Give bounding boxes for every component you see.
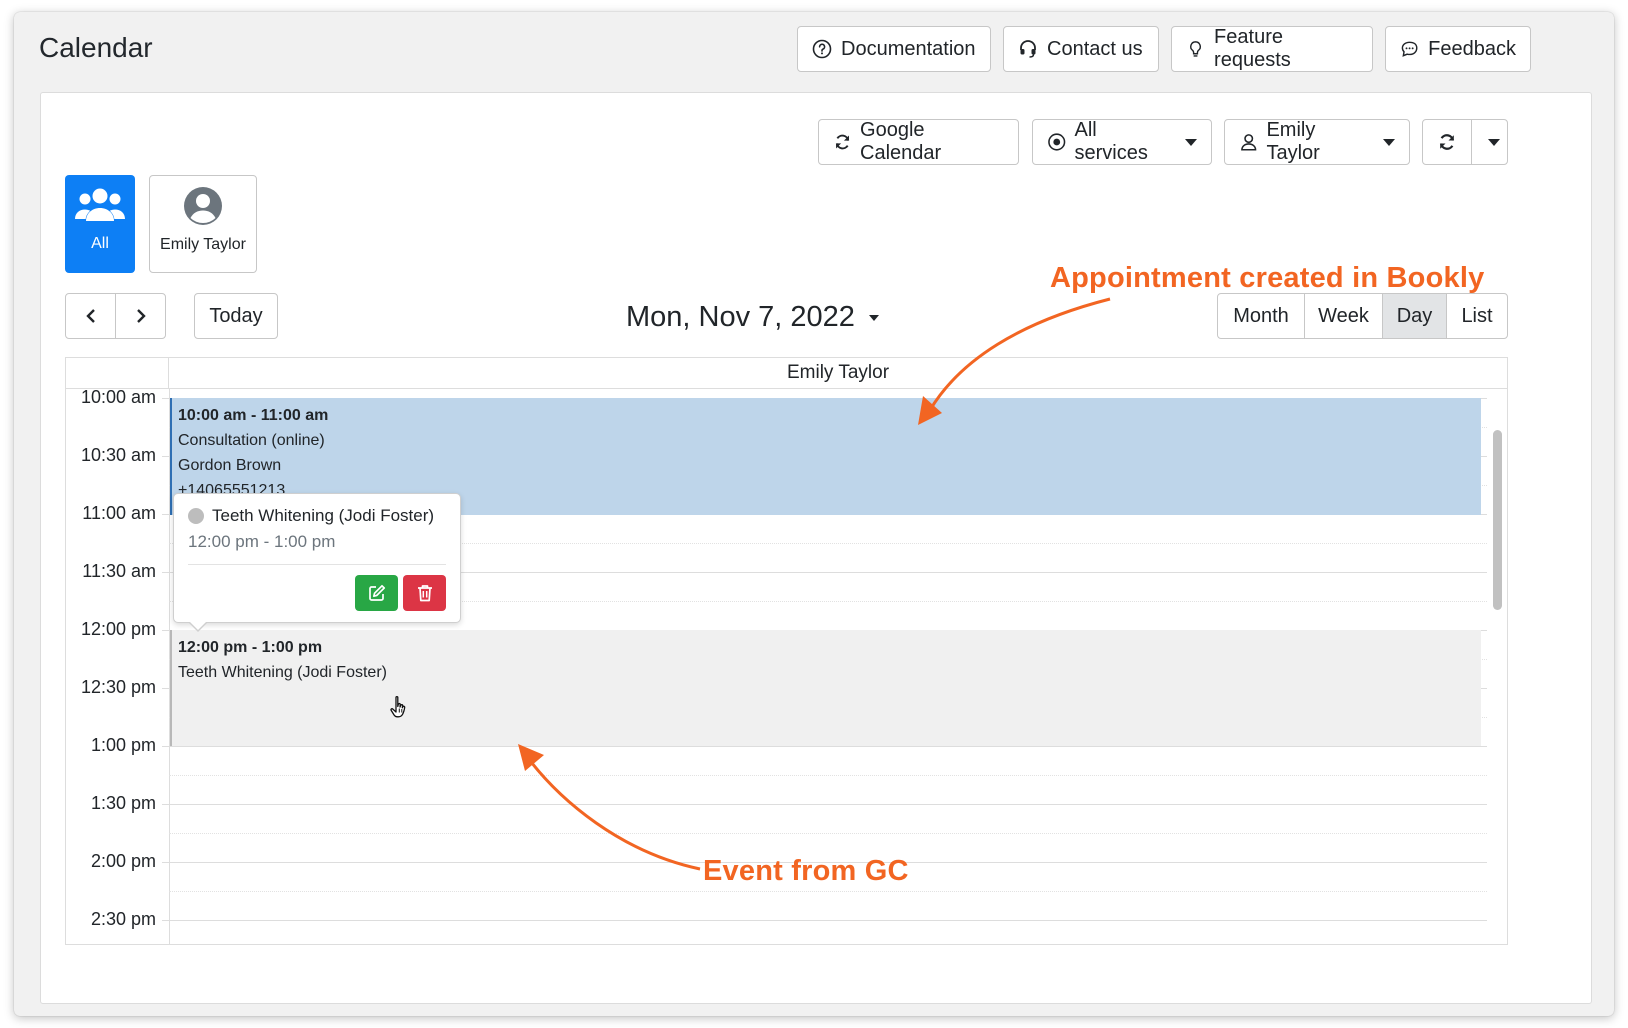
refresh-button-group: [1422, 119, 1508, 165]
refresh-options-toggle[interactable]: [1480, 120, 1507, 164]
time-label: 12:00 pm: [80, 619, 156, 639]
chevron-down-icon: [1487, 138, 1500, 146]
event-service: Consultation (online): [178, 432, 325, 449]
feedback-button[interactable]: Feedback: [1385, 26, 1531, 72]
edit-event-button[interactable]: [355, 575, 398, 611]
feature-requests-label: Feature requests: [1214, 26, 1291, 71]
slot-tick: [162, 456, 169, 457]
staff-column-header: Emily Taylor: [786, 362, 890, 383]
event-customer: Gordon Brown: [178, 457, 282, 474]
time-label: 2:30 pm: [90, 909, 156, 929]
slot-line: [169, 920, 1487, 921]
slot-line: [169, 804, 1487, 805]
staff-tile-all[interactable]: All: [65, 175, 135, 273]
time-gutter-header: [66, 358, 169, 389]
feedback-label: Feedback: [1428, 37, 1516, 60]
slot-tick: [162, 572, 169, 573]
trash-icon: [417, 585, 432, 602]
chat-icon: [1401, 41, 1418, 57]
time-label: 2:00 pm: [90, 851, 156, 871]
chevron-down-icon: [1185, 138, 1197, 146]
current-date: Mon, Nov 7, 2022: [626, 301, 855, 333]
google-calendar-sync-button[interactable]: Google Calendar: [818, 119, 1019, 165]
popover-arrow: [188, 621, 208, 632]
staff-dropdown[interactable]: Emily Taylor: [1224, 119, 1410, 165]
event-popover: Teeth Whitening (Jodi Foster) 12:00 pm -…: [173, 493, 461, 632]
edit-icon: [368, 584, 385, 601]
chevron-down-icon: [868, 314, 879, 321]
documentation-label: Documentation: [841, 37, 976, 60]
chevron-right-icon: [136, 309, 146, 323]
users-icon: [75, 188, 125, 221]
view-list-button[interactable]: List: [1446, 294, 1507, 338]
services-dropdown[interactable]: All services: [1032, 119, 1212, 165]
gc-annotation: Event from GC: [703, 855, 909, 887]
slot-tick: [162, 630, 169, 631]
time-label: 12:30 pm: [80, 677, 156, 697]
chevron-down-icon: [1383, 138, 1395, 146]
event-time: 12:00 pm - 1:00 pm: [178, 639, 323, 656]
services-label: All services: [1074, 119, 1148, 164]
page-title: Calendar: [39, 32, 153, 63]
google-calendar-event[interactable]: 12:00 pm - 1:00 pm Teeth Whitening (Jodi…: [170, 630, 1481, 746]
calendar-scrollbar[interactable]: [1493, 430, 1502, 610]
calendar-header: Emily Taylor: [66, 358, 1507, 389]
google-calendar-label: Google Calendar: [860, 119, 942, 164]
next-day-button[interactable]: [115, 294, 165, 338]
headset-icon: [1020, 40, 1036, 58]
slot-tick: [162, 862, 169, 863]
time-label: 11:00 am: [82, 503, 156, 523]
time-label: 10:30 am: [80, 445, 156, 465]
date-picker-toggle[interactable]: Mon, Nov 7, 2022: [626, 301, 879, 334]
staff-tile-emily-taylor[interactable]: Emily Taylor: [149, 175, 257, 273]
staff-tile-label: Emily Taylor: [160, 236, 246, 253]
time-label: 1:30 pm: [90, 793, 156, 813]
lightbulb-icon: [1190, 41, 1201, 57]
event-title: Teeth Whitening (Jodi Foster): [178, 664, 387, 681]
user-circle-icon: [184, 187, 222, 225]
chevron-left-icon: [85, 309, 95, 323]
slot-half-line: [169, 891, 1487, 892]
slot-tick: [162, 804, 169, 805]
event-time: 10:00 am - 11:00 am: [178, 407, 329, 424]
today-button[interactable]: Today: [194, 293, 278, 339]
popover-divider: [188, 564, 446, 565]
documentation-button[interactable]: Documentation: [797, 26, 991, 72]
sync-icon: [835, 134, 850, 150]
slot-tick: [162, 398, 169, 399]
staff-tile-label: All: [91, 235, 109, 252]
event-color-dot: [188, 508, 204, 524]
hand-cursor-icon: [390, 695, 406, 718]
radio-dot-icon: [1048, 133, 1066, 151]
refresh-icon: [1439, 134, 1455, 150]
delete-event-button[interactable]: [403, 575, 446, 611]
slot-half-line: [169, 775, 1487, 776]
slot-tick: [162, 514, 169, 515]
view-switcher: Month Week Day List: [1217, 293, 1508, 339]
view-day-button[interactable]: Day: [1382, 294, 1446, 338]
date-navigation: [65, 293, 166, 339]
refresh-button[interactable]: [1423, 120, 1472, 164]
slot-tick: [162, 920, 169, 921]
bookly-annotation: Appointment created in Bookly: [1050, 262, 1485, 294]
popover-time: 12:00 pm - 1:00 pm: [188, 532, 336, 551]
time-label: 1:00 pm: [90, 735, 156, 755]
time-label: 11:30 am: [82, 561, 156, 581]
feature-requests-button[interactable]: Feature requests: [1171, 26, 1373, 72]
previous-day-button[interactable]: [66, 294, 115, 338]
user-icon: [1241, 134, 1257, 151]
popover-title: Teeth Whitening (Jodi Foster): [212, 506, 435, 525]
view-week-button[interactable]: Week: [1304, 294, 1382, 338]
slot-line: [169, 746, 1487, 747]
slot-tick: [162, 688, 169, 689]
slot-tick: [162, 746, 169, 747]
contact-us-label: Contact us: [1047, 37, 1143, 60]
time-label: 10:00 am: [80, 387, 156, 407]
view-month-button[interactable]: Month: [1218, 294, 1304, 338]
staff-label: Emily Taylor: [1266, 119, 1320, 164]
contact-us-button[interactable]: Contact us: [1003, 26, 1159, 72]
question-circle-icon: [812, 39, 832, 59]
slot-half-line: [169, 833, 1487, 834]
